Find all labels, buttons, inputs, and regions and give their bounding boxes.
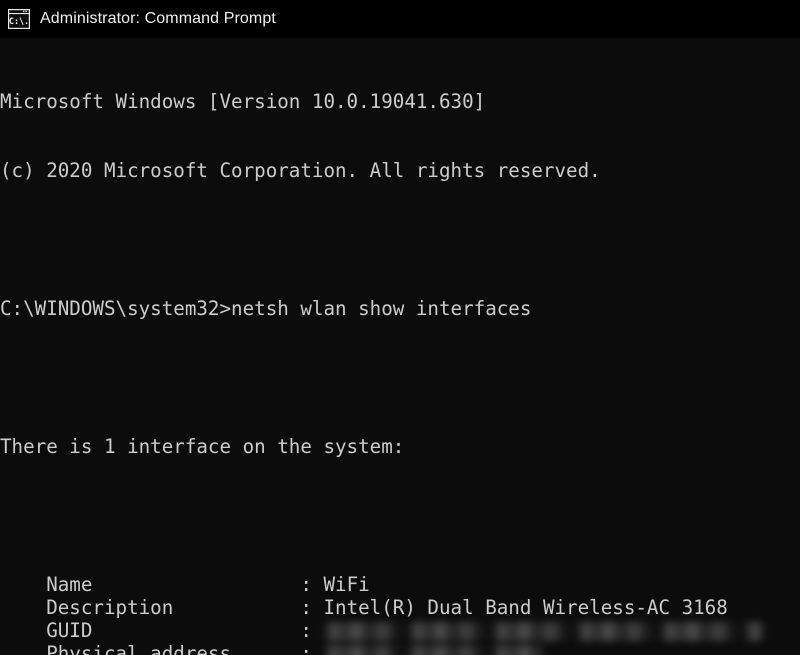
property-label: Description: [0, 596, 300, 619]
prompt-command-line: C:\WINDOWS\system32>netsh wlan show inte…: [0, 297, 800, 320]
banner-line-2: (c) 2020 Microsoft Corporation. All righ…: [0, 159, 800, 182]
redacted-value: [323, 645, 543, 655]
blank-line: [0, 504, 800, 527]
interface-properties-list: Name : WiFi Description : Intel(R) Dual …: [0, 573, 800, 655]
property-row: Description : Intel(R) Dual Band Wireles…: [0, 596, 800, 619]
interface-count-line: There is 1 interface on the system:: [0, 435, 800, 458]
banner-line-1: Microsoft Windows [Version 10.0.19041.63…: [0, 90, 800, 113]
title-bar: C:\. Administrator: Command Prompt: [0, 0, 800, 38]
blank-line: [0, 228, 800, 251]
property-label: GUID: [0, 619, 300, 642]
redacted-value: [323, 622, 763, 641]
property-row: GUID :: [0, 619, 800, 642]
property-value: WiFi: [323, 573, 369, 596]
property-separator: :: [300, 596, 323, 619]
property-row: Physical address :: [0, 642, 800, 655]
property-label: Name: [0, 573, 300, 596]
prompt-text: C:\WINDOWS\system32>: [0, 297, 231, 320]
property-label: Physical address: [0, 642, 300, 655]
window-title: Administrator: Command Prompt: [40, 10, 276, 28]
property-value: Intel(R) Dual Band Wireless-AC 3168: [323, 596, 727, 619]
svg-text:C:\.: C:\.: [9, 16, 29, 26]
command-prompt-icon: C:\.: [8, 9, 30, 29]
property-separator: :: [300, 573, 323, 596]
blank-line: [0, 366, 800, 389]
property-separator: :: [300, 619, 323, 642]
command-text: netsh wlan show interfaces: [231, 297, 531, 320]
property-row: Name : WiFi: [0, 573, 800, 596]
console-output[interactable]: Microsoft Windows [Version 10.0.19041.63…: [0, 38, 800, 655]
command-prompt-window: C:\. Administrator: Command Prompt Micro…: [0, 0, 800, 655]
property-separator: :: [300, 642, 323, 655]
